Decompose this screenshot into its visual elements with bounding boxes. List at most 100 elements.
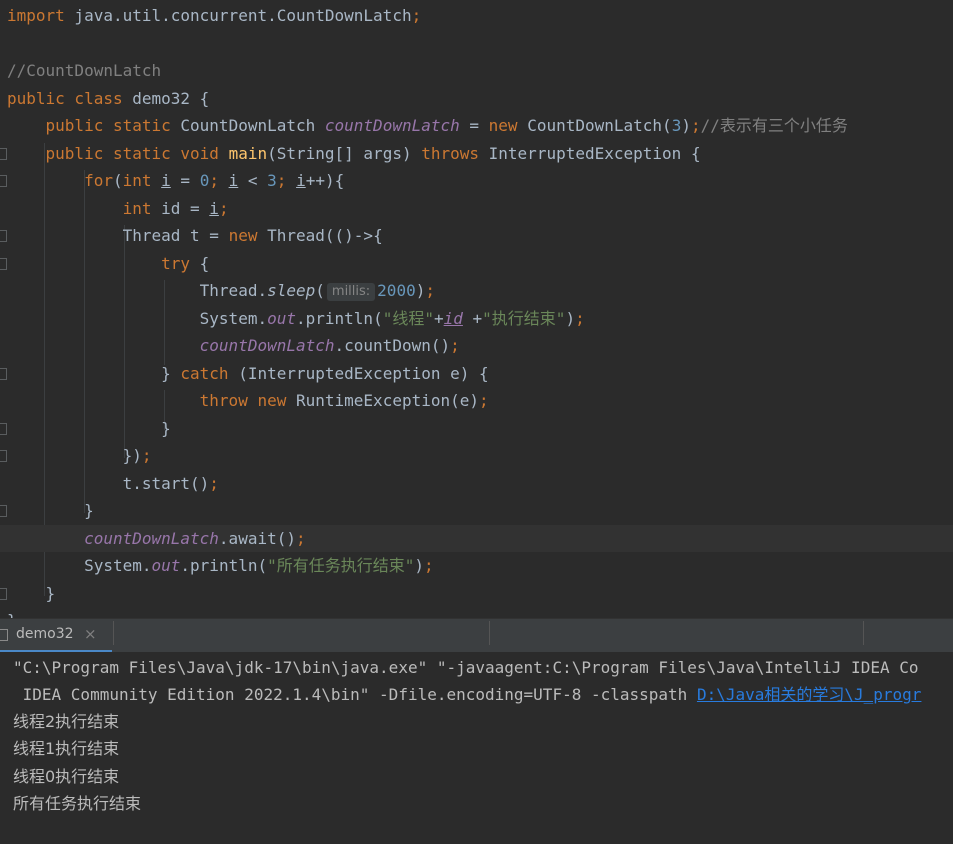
code-token: //表示有三个小任务 [700,116,848,135]
code-token: i [161,171,171,190]
code-line: countDownLatch.await(); [0,524,953,552]
code-token: Thread. [7,281,268,300]
code-token: "执行结束" [482,308,566,328]
code-line: countDownLatch.countDown(); [0,332,953,359]
code-line: try { [0,250,953,277]
close-icon[interactable]: × [84,625,97,643]
code-token: } [7,611,17,618]
code-token: (InterruptedException e) { [228,363,489,383]
code-token: ; [276,171,297,190]
toolbar-separator [489,621,490,645]
code-token: ) [414,556,425,575]
code-text: } [7,497,94,524]
code-token: throw new [199,391,287,410]
code-token: id = [151,198,210,218]
code-line: } catch (InterruptedException e) { [0,360,953,387]
code-token: "所有任务执行结束" [267,556,415,575]
code-token: sleep [267,281,316,300]
fold-marker-icon[interactable] [0,450,7,462]
code-token: ; [295,528,306,548]
code-line: Thread t = new Thread(()->{ [0,222,953,249]
code-token: 2000 [377,281,416,300]
code-token: ; [141,446,152,465]
code-text: }); [7,442,152,469]
code-text: int id = i; [7,195,229,222]
code-token: ++){ [305,171,345,190]
code-token: throws [421,143,480,163]
code-token: .await() [218,528,296,548]
console-output[interactable]: "C:\Program Files\Java\jdk-17\bin\java.e… [0,652,953,844]
code-token: ; [450,336,460,355]
classpath-link[interactable]: D:\Java相关的学习\J_progr [697,685,922,704]
code-token: ; [218,198,229,218]
code-token: System. [7,556,152,575]
code-token: + [433,308,444,328]
code-token: Thread t = [7,226,229,245]
code-token: Thread(()->{ [257,226,383,245]
code-line: public static void main(String[] args) t… [0,140,953,167]
code-token: ; [209,473,219,493]
code-token: 3 [671,116,682,135]
code-text: try { [7,250,209,277]
console-output-line: 线程2执行结束 [13,712,120,731]
code-token: ; [479,391,489,410]
code-token: public static void [45,143,219,163]
code-token: ; [425,281,435,300]
code-text: countDownLatch.countDown(); [7,332,460,359]
fold-marker-icon[interactable] [0,587,7,600]
toolbar-separator [113,621,114,645]
run-tab-label: demo32 [16,626,74,642]
code-token: i [228,171,239,190]
code-token: for [84,171,113,190]
code-token: new [488,116,518,135]
code-token: ) [565,308,576,328]
code-token: new [228,226,258,245]
code-text: countDownLatch.await(); [7,525,306,552]
code-text: for(int i = 0; i < 3; i++){ [7,167,344,194]
fold-marker-icon[interactable] [0,147,7,160]
code-text: } [7,580,56,607]
fold-marker-icon[interactable] [0,505,7,517]
console-output-line: 线程1执行结束 [13,739,120,758]
code-token: .println( [296,308,383,328]
code-line: throw new RuntimeException(e); [0,387,953,414]
code-line: for(int i = 0; i < 3; i++){ [0,167,953,194]
code-token: out [151,556,181,575]
run-tab-demo32[interactable]: demo32 × [0,619,112,653]
code-text: public static void main(String[] args) t… [7,140,701,167]
fold-marker-icon[interactable] [0,257,7,270]
code-token: = [459,116,489,135]
code-token: (String[] args) [267,143,422,163]
code-token: demo32 { [122,88,210,108]
console-output-line: 线程0执行结束 [13,767,120,786]
code-text: System.out.println("线程"+id +"执行结束"); [7,305,585,332]
code-line: import java.util.concurrent.CountDownLat… [0,2,953,29]
code-token: ; [424,556,434,575]
code-token: } [7,418,171,438]
fold-marker-icon[interactable] [0,175,7,187]
fold-marker-icon[interactable] [0,230,7,242]
fold-marker-icon[interactable] [0,422,7,435]
code-token: java.util.concurrent.CountDownLatch [64,6,412,25]
code-token: catch [180,363,229,383]
code-line: } [0,415,953,442]
code-editor[interactable]: import java.util.concurrent.CountDownLat… [0,0,953,618]
code-token: out [267,308,296,328]
code-line: public static CountDownLatch countDownLa… [0,112,953,139]
code-token: CountDownLatch [170,116,325,135]
code-text: t.start(); [7,470,219,497]
fold-marker-icon[interactable] [0,367,7,380]
code-token: System. [7,308,268,328]
code-token: ; [690,116,701,135]
console-command-text: IDEA Community Edition 2022.1.4\bin" -Df… [13,685,697,704]
code-text: System.out.println("所有任务执行结束"); [7,552,434,579]
code-token: countDownLatch [84,528,219,548]
console-output-line: 所有任务执行结束 [13,794,142,813]
code-token: 0 [199,171,210,190]
code-token: t.start() [7,473,210,493]
